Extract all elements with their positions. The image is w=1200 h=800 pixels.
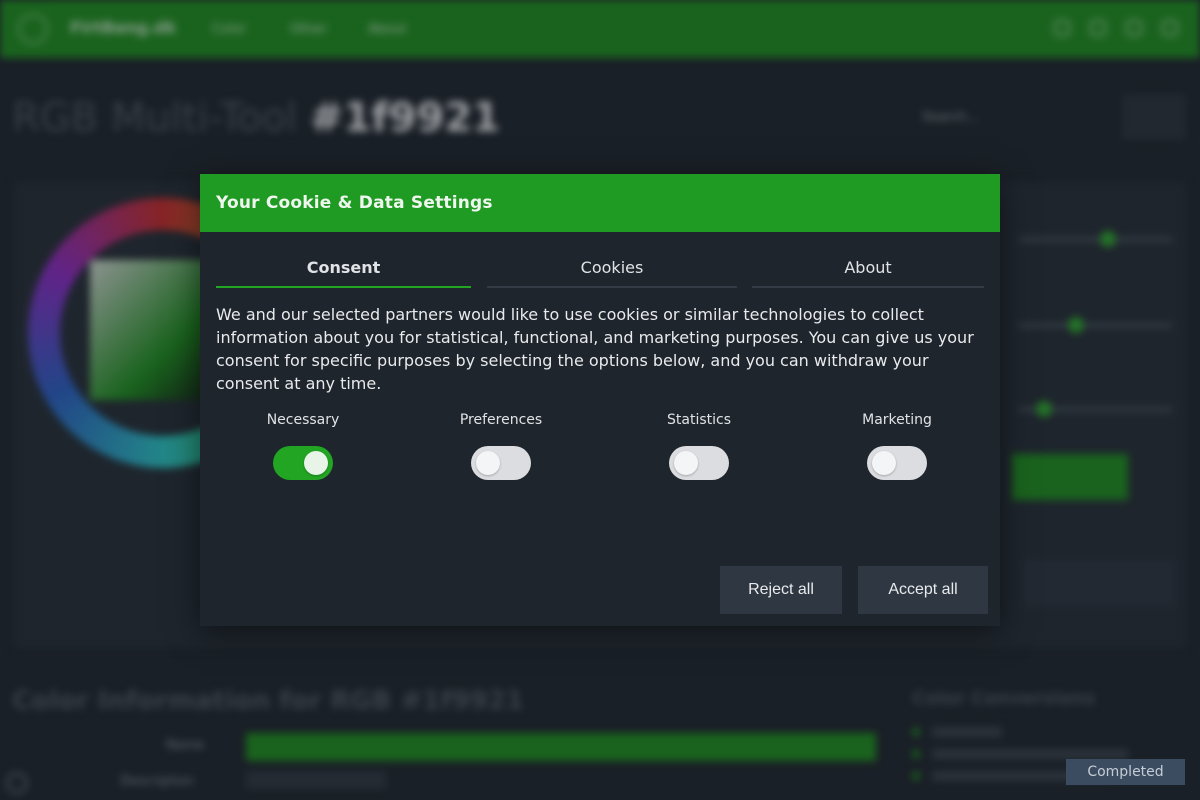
toggle-knob xyxy=(304,451,328,475)
accept-all-button[interactable]: Accept all xyxy=(858,566,988,614)
cookie-consent-dialog: Your Cookie & Data Settings Consent Cook… xyxy=(200,174,1000,626)
dialog-tabs: Consent Cookies About xyxy=(216,248,984,288)
consent-description: We and our selected partners would like … xyxy=(216,305,974,393)
tab-about[interactable]: About xyxy=(752,248,984,288)
toggle-necessary-group: Necessary xyxy=(203,412,403,480)
marketing-toggle[interactable] xyxy=(867,446,927,480)
reject-all-button[interactable]: Reject all xyxy=(720,566,842,614)
toggle-knob xyxy=(476,451,500,475)
toggle-necessary-label: Necessary xyxy=(266,412,340,428)
necessary-toggle[interactable] xyxy=(273,446,333,480)
toggle-preferences-group: Preferences xyxy=(401,412,601,480)
toggle-statistics-label: Statistics xyxy=(667,412,731,428)
toggle-preferences-label: Preferences xyxy=(459,412,543,428)
toggle-statistics-group: Statistics xyxy=(599,412,799,480)
preferences-toggle[interactable] xyxy=(471,446,531,480)
tab-consent[interactable]: Consent xyxy=(216,248,471,288)
tab-cookies[interactable]: Cookies xyxy=(487,248,737,288)
dialog-title: Your Cookie & Data Settings xyxy=(216,193,493,213)
toggle-knob xyxy=(872,451,896,475)
status-badge: Completed xyxy=(1066,759,1185,785)
toggle-marketing-group: Marketing xyxy=(797,412,997,480)
toggle-knob xyxy=(674,451,698,475)
statistics-toggle[interactable] xyxy=(669,446,729,480)
dialog-header: Your Cookie & Data Settings xyxy=(200,174,1000,232)
toggle-marketing-label: Marketing xyxy=(862,412,932,428)
